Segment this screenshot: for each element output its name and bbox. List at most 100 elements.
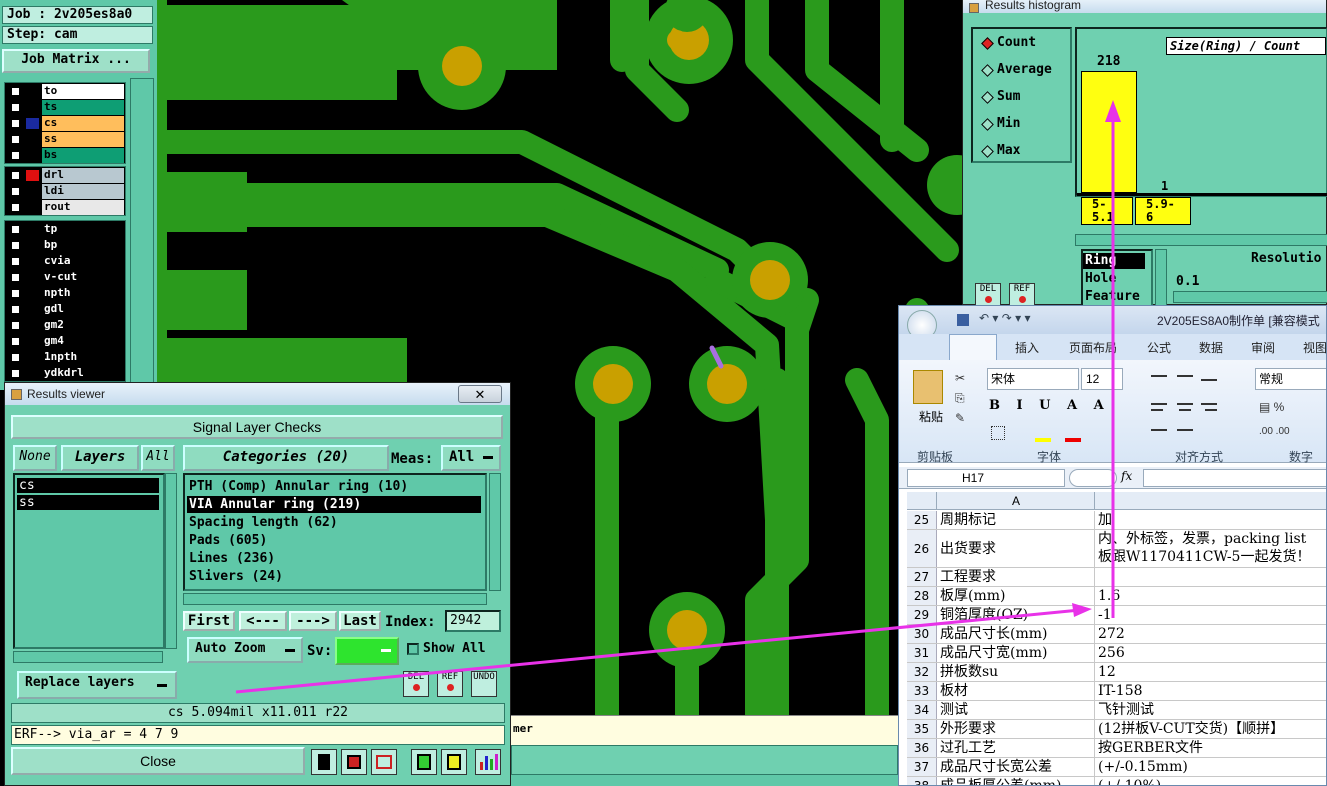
- ribbon-tab-1[interactable]: 插入: [1015, 339, 1039, 356]
- layer-color-swatch[interactable]: [26, 134, 39, 145]
- cell-a[interactable]: 出货要求: [938, 530, 1095, 567]
- cell-b[interactable]: [1096, 568, 1326, 586]
- layer-row-ydkdrl[interactable]: ydkdrl: [6, 366, 124, 381]
- histogram-hscrollbar[interactable]: [1075, 234, 1327, 246]
- cell-a[interactable]: 铜箔厚度(OZ): [938, 606, 1095, 624]
- save-icon[interactable]: [957, 314, 969, 326]
- category-item[interactable]: VIA Annular ring (219): [187, 496, 481, 513]
- layer-checkbox[interactable]: [10, 288, 21, 299]
- layer-row-1npth[interactable]: 1npth: [6, 350, 124, 365]
- layer-checkbox[interactable]: [10, 186, 21, 197]
- delete-rule-icon[interactable]: [371, 749, 397, 775]
- last-button[interactable]: Last: [339, 611, 381, 631]
- layer-row-bp[interactable]: bp: [6, 238, 124, 253]
- cell-a[interactable]: 成品尺寸长宽公差: [938, 758, 1095, 776]
- layer-row-ldi[interactable]: ldi: [6, 184, 124, 199]
- layer-list-vscroll[interactable]: [165, 473, 177, 649]
- prev-button[interactable]: <---: [239, 611, 287, 631]
- none-button[interactable]: None: [13, 445, 57, 471]
- layer-row-ts[interactable]: ts: [6, 100, 124, 115]
- row-number[interactable]: 30: [907, 625, 937, 643]
- layer-color-swatch[interactable]: [26, 304, 39, 315]
- layer-list-item-ss[interactable]: ss: [17, 495, 159, 510]
- report-icon[interactable]: [441, 749, 467, 775]
- ribbon-tab-4[interactable]: 数据: [1199, 339, 1223, 356]
- cell-b[interactable]: 1.6: [1096, 587, 1326, 605]
- layer-checkbox[interactable]: [10, 304, 21, 315]
- layer-checkbox[interactable]: [10, 118, 21, 129]
- ribbon-tab-6[interactable]: 视图: [1303, 339, 1326, 356]
- ribbon-tab-5[interactable]: 审阅: [1251, 339, 1275, 356]
- layer-color-swatch[interactable]: [26, 186, 39, 197]
- ref-button[interactable]: REF: [437, 671, 463, 697]
- border-fill-color-icons[interactable]: [991, 424, 1117, 442]
- cell-a[interactable]: 过孔工艺: [938, 739, 1095, 757]
- histogram-option-max[interactable]: Max: [983, 143, 1020, 158]
- layer-row-tp[interactable]: tp: [6, 222, 124, 237]
- layer-list[interactable]: cs ss: [13, 473, 165, 649]
- layer-checkbox[interactable]: [10, 352, 21, 363]
- layer-list-hscroll[interactable]: [13, 651, 163, 663]
- layer-row-v-cut[interactable]: v-cut: [6, 270, 124, 285]
- layer-color-swatch[interactable]: [26, 202, 39, 213]
- clipboard-tools-icon[interactable]: ✂ ⎘ ✎: [955, 368, 965, 428]
- format-buttons[interactable]: B I U A A: [989, 398, 1110, 413]
- cell-b[interactable]: (12拼板V-CUT交货)【顺拼】: [1096, 720, 1326, 738]
- sv-color-dropdown[interactable]: [335, 637, 399, 665]
- attr-hole[interactable]: Hole: [1085, 271, 1116, 286]
- row-number[interactable]: 29: [907, 606, 937, 624]
- categories-button[interactable]: Categories (20): [183, 445, 389, 471]
- category-vscroll[interactable]: [489, 473, 501, 591]
- font-size-box[interactable]: 12: [1081, 368, 1123, 390]
- number-format-box[interactable]: 常规: [1255, 368, 1326, 390]
- category-hscroll[interactable]: [183, 593, 487, 605]
- cell-b[interactable]: (+/-10%): [1096, 777, 1326, 785]
- attr-scrollbar[interactable]: [1155, 249, 1167, 306]
- formula-oval[interactable]: [1069, 469, 1117, 487]
- cell-a[interactable]: 板材: [938, 682, 1095, 700]
- layer-row-gm2[interactable]: gm2: [6, 318, 124, 333]
- cell-a[interactable]: 成品尺寸长(mm): [938, 625, 1095, 643]
- attr-ring[interactable]: Ring: [1083, 253, 1145, 269]
- alignment-icons[interactable]: [1147, 368, 1237, 444]
- layer-row-cvia[interactable]: cvia: [6, 254, 124, 269]
- del-button[interactable]: DEL: [403, 671, 429, 697]
- cell-a[interactable]: 工程要求: [938, 568, 1095, 586]
- layer-color-swatch[interactable]: [26, 352, 39, 363]
- index-input[interactable]: 2942: [445, 610, 501, 632]
- layer-color-swatch[interactable]: [26, 118, 39, 129]
- column-a-header[interactable]: A: [938, 492, 1095, 510]
- cell-b[interactable]: 256: [1096, 644, 1326, 662]
- font-name-box[interactable]: 宋体: [987, 368, 1079, 390]
- layer-checkbox[interactable]: [10, 240, 21, 251]
- ribbon-tab-2[interactable]: 页面布局: [1069, 339, 1117, 356]
- layer-checkbox[interactable]: [10, 272, 21, 283]
- layer-checkbox[interactable]: [10, 150, 21, 161]
- histogram-option-sum[interactable]: Sum: [983, 89, 1020, 104]
- cell-a[interactable]: 板厚(mm): [938, 587, 1095, 605]
- layer-list-item-cs[interactable]: cs: [17, 478, 159, 493]
- select-all-corner[interactable]: [907, 492, 937, 510]
- auto-zoom-dropdown[interactable]: Auto Zoom: [187, 637, 303, 663]
- replace-layers-dropdown[interactable]: Replace layers: [17, 671, 177, 699]
- cell-b[interactable]: (+/-0.15mm): [1096, 758, 1326, 776]
- row-number[interactable]: 38: [907, 777, 937, 785]
- attr-feature[interactable]: Feature: [1085, 289, 1140, 304]
- histogram-option-min[interactable]: Min: [983, 116, 1020, 131]
- all-button[interactable]: All: [141, 445, 175, 471]
- layer-color-swatch[interactable]: [26, 86, 39, 97]
- category-item[interactable]: PTH (Comp) Annular ring (10): [187, 478, 481, 495]
- close-button[interactable]: Close: [11, 747, 305, 775]
- row-number[interactable]: 25: [907, 511, 937, 529]
- undo-icon[interactable]: ↶ ▾ ↷ ▾ ▾: [979, 311, 1031, 325]
- job-matrix-button[interactable]: Job Matrix ...: [2, 49, 150, 73]
- histogram-option-count[interactable]: Count: [983, 35, 1036, 50]
- layer-checkbox[interactable]: [10, 368, 21, 379]
- layer-row-bs[interactable]: bs: [6, 148, 124, 163]
- cell-a[interactable]: 成品板厚公差(mm): [938, 777, 1095, 785]
- cell-b[interactable]: 飞针测试: [1096, 701, 1326, 719]
- cell-b[interactable]: 272: [1096, 625, 1326, 643]
- row-number[interactable]: 34: [907, 701, 937, 719]
- row-number[interactable]: 27: [907, 568, 937, 586]
- row-number[interactable]: 32: [907, 663, 937, 681]
